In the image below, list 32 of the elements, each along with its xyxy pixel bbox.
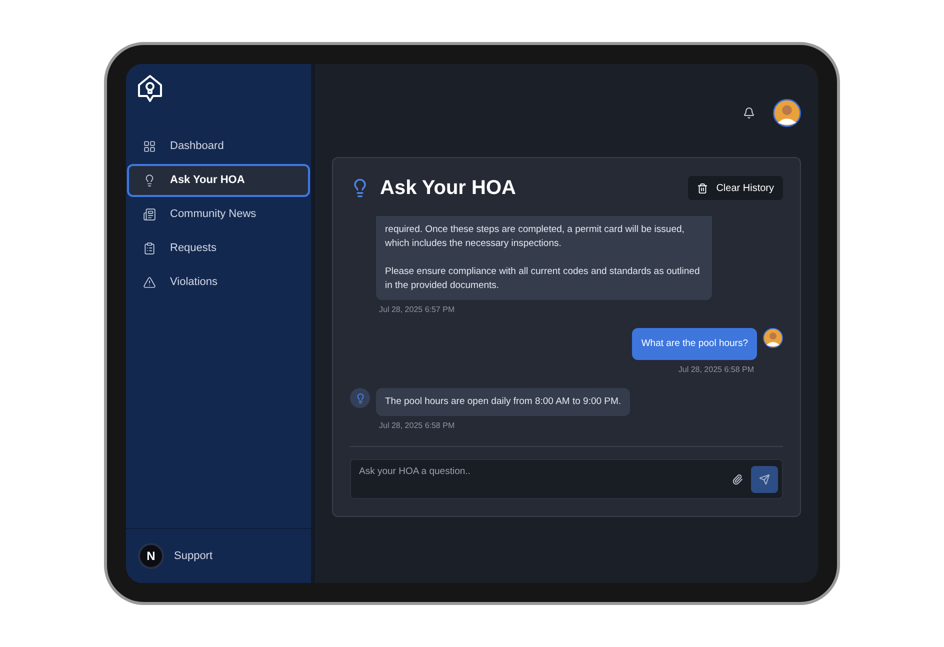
nav-item[interactable]: Ask Your HOA [127, 164, 310, 197]
message-time: Jul 28, 2025 6:58 PM [677, 364, 755, 376]
newspaper-icon [143, 208, 156, 221]
bell-icon[interactable] [743, 107, 755, 119]
nav-item[interactable]: Violations [127, 266, 310, 299]
message-text: required. Once these steps are completed, a permit card will be issued, which includes the necessary inspections. [385, 223, 686, 251]
send-icon [759, 474, 770, 484]
support-link[interactable]: Support [174, 548, 213, 564]
send-button[interactable] [751, 466, 778, 492]
clear-history-button[interactable]: Clear History [688, 176, 783, 200]
lightbulb-icon [143, 174, 156, 187]
house-logo-icon [137, 74, 163, 104]
lightbulb-icon [354, 392, 366, 404]
message-time: Jul 28, 2025 6:58 PM [378, 420, 456, 432]
paperclip-icon[interactable] [732, 474, 743, 484]
message-text: The pool hours are open daily from 8:00 AM to 9:00 PM. [385, 395, 622, 409]
grid-icon [143, 140, 156, 153]
question-field[interactable]: Ask your HOA a question.. [359, 463, 724, 480]
user-avatar [763, 328, 783, 348]
nav-item[interactable]: Requests [127, 232, 310, 265]
support-avatar: N [138, 543, 164, 569]
question-box[interactable]: Ask your HOA a question.. [350, 459, 783, 499]
warning-icon [143, 276, 156, 289]
trash-icon [697, 182, 708, 194]
message-text: Please ensure compliance with all current codes and standards as outlined in the provided documents. [385, 265, 701, 293]
clipboard-icon [143, 242, 156, 255]
nav-item[interactable]: Community News [127, 198, 310, 231]
page-title: Ask Your HOA [380, 176, 516, 201]
message-text: What are the pool hours? [641, 337, 748, 351]
user-avatar [773, 99, 801, 127]
message-time: Jul 28, 2025 6:57 PM [378, 304, 456, 316]
nav-item[interactable]: Dashboard [127, 130, 310, 163]
